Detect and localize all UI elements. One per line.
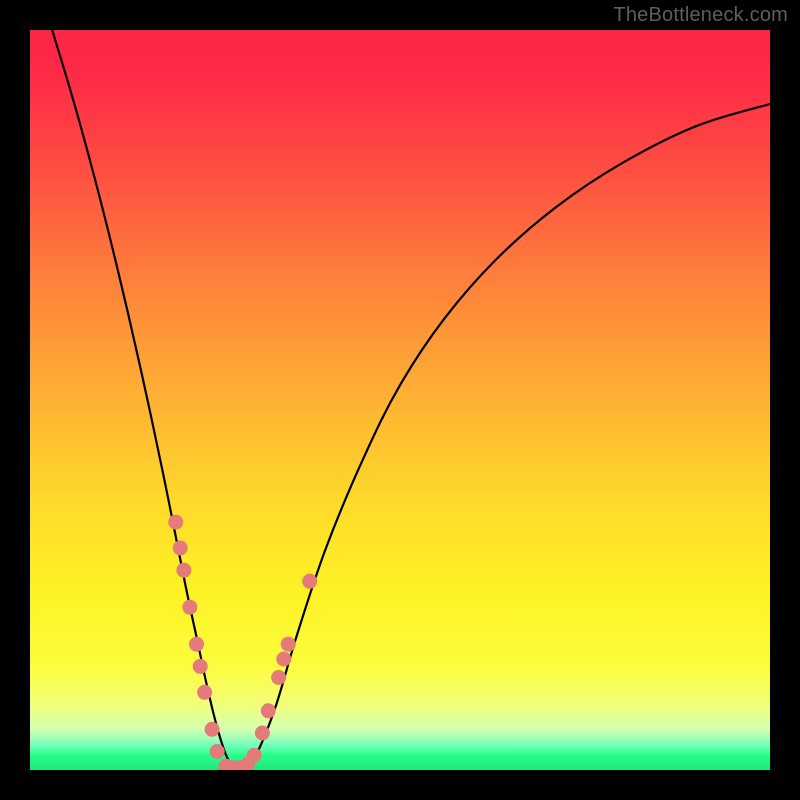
sample-point xyxy=(261,703,276,718)
sample-point xyxy=(189,637,204,652)
chart-overlay-svg xyxy=(30,30,770,770)
sample-point xyxy=(281,637,296,652)
plot-area xyxy=(30,30,770,770)
sample-point-markers xyxy=(168,515,317,770)
bottleneck-curve xyxy=(52,30,770,769)
sample-point xyxy=(210,744,225,759)
sample-point xyxy=(302,574,317,589)
sample-point xyxy=(173,541,188,556)
sample-point xyxy=(193,659,208,674)
sample-point xyxy=(176,563,191,578)
sample-point xyxy=(168,515,183,530)
sample-point xyxy=(255,726,270,741)
sample-point xyxy=(276,652,291,667)
watermark-text: TheBottleneck.com xyxy=(613,4,788,27)
sample-point xyxy=(271,670,286,685)
sample-point xyxy=(197,685,212,700)
sample-point xyxy=(205,722,220,737)
chart-frame: TheBottleneck.com xyxy=(0,0,800,800)
sample-point xyxy=(247,748,262,763)
sample-point xyxy=(182,600,197,615)
